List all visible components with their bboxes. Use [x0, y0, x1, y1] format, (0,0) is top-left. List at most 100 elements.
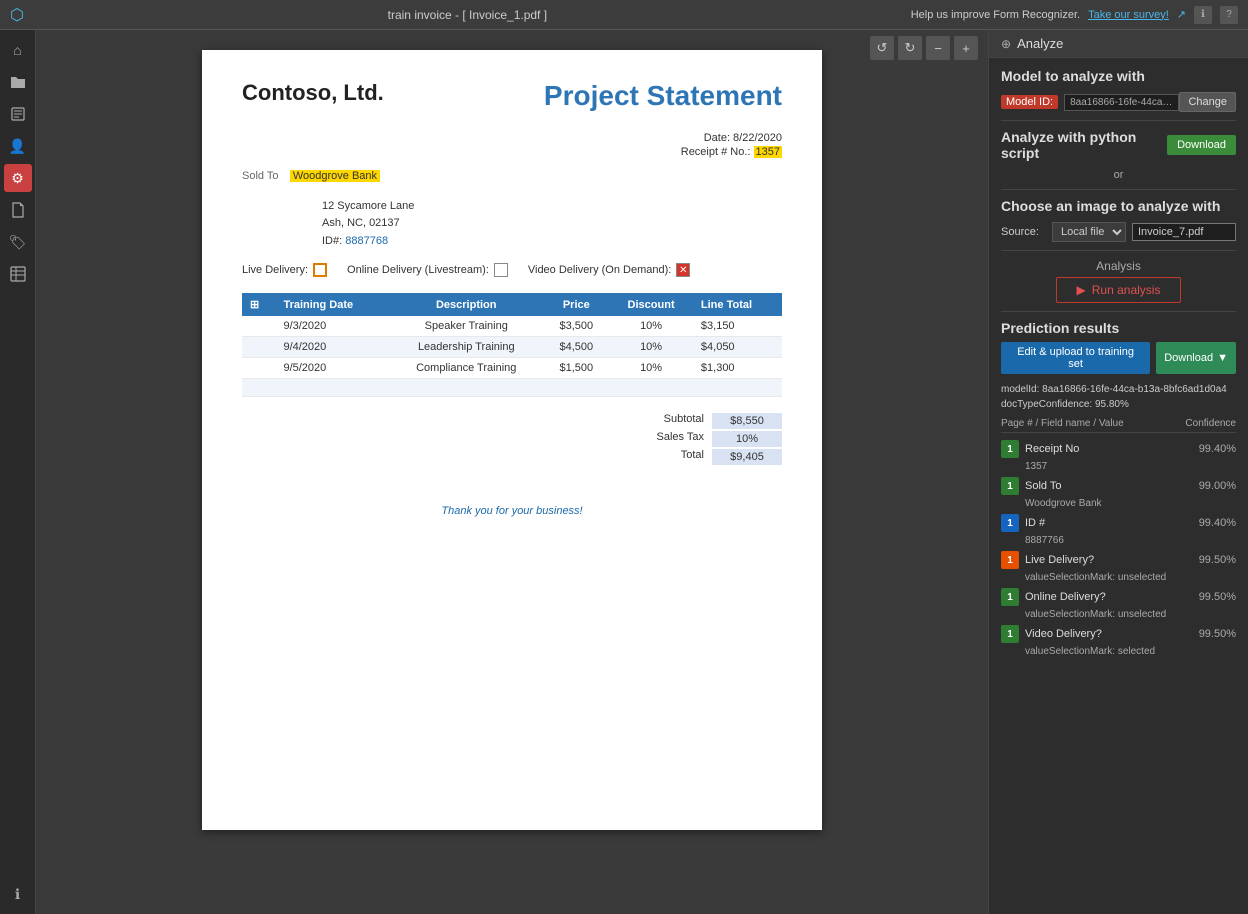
result-item-6: 1 Video Delivery? 99.50% valueSelectionM…	[1001, 622, 1236, 657]
panel-content[interactable]: Model to analyze with Model ID: 8aa16866…	[989, 58, 1248, 914]
download-script-button[interactable]: Download	[1167, 135, 1236, 155]
edit-upload-button[interactable]: Edit & upload to training set	[1001, 342, 1150, 374]
content-area: ↺ ↻ − + Contoso, Ltd. Project Statement …	[36, 30, 1248, 914]
confidence-3: 99.40%	[1199, 517, 1236, 529]
panel-header-title: Analyze	[1017, 36, 1063, 51]
col-total: Line Total	[693, 293, 782, 316]
total-label: Total	[634, 449, 704, 465]
result-value-5: valueSelectionMark: unselected	[1001, 609, 1236, 620]
company-name: Contoso, Ltd.	[242, 80, 384, 106]
invoice-date: Date: 8/22/2020	[242, 132, 782, 144]
invoice-header: Contoso, Ltd. Project Statement	[242, 80, 782, 112]
online-delivery-label: Online Delivery (Livestream):	[347, 264, 489, 276]
field-name-6: Video Delivery?	[1025, 628, 1193, 640]
invoice-meta: Date: 8/22/2020 Receipt # No.: 1357	[242, 132, 782, 158]
zoom-out-button[interactable]: −	[926, 36, 950, 60]
pdf-toolbar: ↺ ↻ − +	[870, 36, 978, 60]
rotate-left-button[interactable]: ↺	[870, 36, 894, 60]
sidebar-item-person[interactable]: 👤	[4, 132, 32, 160]
result-value-2: Woodgrove Bank	[1001, 498, 1236, 509]
sidebar-item-form[interactable]	[4, 100, 32, 128]
source-row: Source: Local file Invoice_7.pdf	[1001, 222, 1236, 242]
result-row-4: 1 Live Delivery? 99.50%	[1001, 548, 1236, 572]
sidebar-item-table[interactable]	[4, 260, 32, 288]
sold-to-label: Sold To	[242, 170, 279, 182]
result-item-4: 1 Live Delivery? 99.50% valueSelectionMa…	[1001, 548, 1236, 583]
help-button[interactable]: ?	[1220, 6, 1238, 24]
invoice-receipt: Receipt # No.: 1357	[242, 146, 782, 158]
model-section-title: Model to analyze with	[1001, 68, 1236, 84]
result-value-1: 1357	[1001, 461, 1236, 472]
or-divider: or	[1001, 169, 1236, 181]
download-dd-button[interactable]: Download ▼	[1156, 342, 1236, 374]
video-delivery-label: Video Delivery (On Demand):	[528, 264, 671, 276]
doctype-conf-key: docTypeConfidence:	[1001, 399, 1092, 410]
model-id-row: Model ID: 8aa16866-16fe-44ca-b13a-8bfc6a…	[1001, 92, 1236, 112]
invoice-title: Project Statement	[544, 80, 782, 112]
page-badge-3: 1	[1001, 514, 1019, 532]
id-line: ID#: 8887768	[322, 235, 782, 247]
table-row: 9/5/2020 Compliance Training $1,500 10% …	[242, 358, 782, 379]
run-analysis-button[interactable]: ▶ Run analysis	[1056, 277, 1182, 303]
row1-price: $3,500	[543, 316, 609, 337]
confidence-4: 99.50%	[1199, 554, 1236, 566]
doctype-conf-val: 95.80%	[1095, 399, 1129, 410]
row1-date: 9/3/2020	[275, 316, 389, 337]
table-row: 9/4/2020 Leadership Training $4,500 10% …	[242, 337, 782, 358]
source-file-input[interactable]: Invoice_7.pdf	[1132, 223, 1236, 241]
confidence-2: 99.00%	[1199, 480, 1236, 492]
page-badge-5: 1	[1001, 588, 1019, 606]
survey-link[interactable]: Take our survey!	[1088, 9, 1169, 21]
address: 12 Sycamore Lane Ash, NC, 02137	[322, 198, 782, 231]
sidebar-item-home[interactable]: ⌂	[4, 36, 32, 64]
table-row: 9/3/2020 Speaker Training $3,500 10% $3,…	[242, 316, 782, 337]
salestax-value: 10%	[712, 431, 782, 447]
invoice-totals: Subtotal $8,550 Sales Tax 10% Total $9,4…	[242, 413, 782, 465]
main-layout: ⌂ 👤 ⚙ 🏷 ℹ ↺ ↻ − +	[0, 30, 1248, 914]
page-badge-1: 1	[1001, 440, 1019, 458]
analysis-label: Analysis	[1001, 259, 1236, 273]
prediction-title: Prediction results	[1001, 320, 1236, 336]
divider1	[1001, 120, 1236, 121]
source-select[interactable]: Local file	[1052, 222, 1126, 242]
row3-date: 9/5/2020	[275, 358, 389, 379]
top-bar-right: Help us improve Form Recognizer. Take ou…	[911, 6, 1238, 24]
col-icon: ⊞	[242, 293, 275, 316]
field-name-5: Online Delivery?	[1025, 591, 1193, 603]
live-delivery-item: Live Delivery:	[242, 263, 327, 277]
field-col-header: Page # / Field name / Value	[1001, 418, 1124, 429]
field-name-3: ID #	[1025, 517, 1193, 529]
pdf-viewer[interactable]: ↺ ↻ − + Contoso, Ltd. Project Statement …	[36, 30, 988, 914]
divider4	[1001, 311, 1236, 312]
live-delivery-checkbox	[313, 263, 327, 277]
analyze-icon: ⊕	[1001, 37, 1011, 51]
total-value: $9,405	[712, 449, 782, 465]
sidebar-item-folder[interactable]	[4, 68, 32, 96]
result-row-1: 1 Receipt No 99.40%	[1001, 437, 1236, 461]
col-date: Training Date	[275, 293, 389, 316]
salestax-label: Sales Tax	[634, 431, 704, 447]
sidebar-item-tag[interactable]: 🏷	[4, 228, 32, 256]
page-badge-4: 1	[1001, 551, 1019, 569]
row3-price: $1,500	[543, 358, 609, 379]
result-row-6: 1 Video Delivery? 99.50%	[1001, 622, 1236, 646]
delivery-options: Live Delivery: Online Delivery (Livestre…	[242, 263, 782, 277]
result-column-headers: Page # / Field name / Value Confidence	[1001, 418, 1236, 433]
window-title: train invoice - [ Invoice_1.pdf ]	[388, 8, 547, 22]
confidence-col-header: Confidence	[1185, 418, 1236, 429]
page-badge-6: 1	[1001, 625, 1019, 643]
result-row-2: 1 Sold To 99.00%	[1001, 474, 1236, 498]
zoom-in-button[interactable]: +	[954, 36, 978, 60]
sidebar-item-document[interactable]	[4, 196, 32, 224]
prediction-buttons: Edit & upload to training set Download ▼	[1001, 342, 1236, 374]
sidebar-item-settings[interactable]: ⚙	[4, 164, 32, 192]
info-button[interactable]: ℹ	[1194, 6, 1212, 24]
help-text: Help us improve Form Recognizer.	[911, 9, 1080, 21]
field-name-1: Receipt No	[1025, 443, 1193, 455]
rotate-right-button[interactable]: ↻	[898, 36, 922, 60]
sidebar-item-info[interactable]: ℹ	[4, 880, 32, 908]
live-delivery-label: Live Delivery:	[242, 264, 308, 276]
change-model-button[interactable]: Change	[1179, 92, 1236, 112]
online-delivery-checkbox	[494, 263, 508, 277]
subtotal-label: Subtotal	[634, 413, 704, 429]
